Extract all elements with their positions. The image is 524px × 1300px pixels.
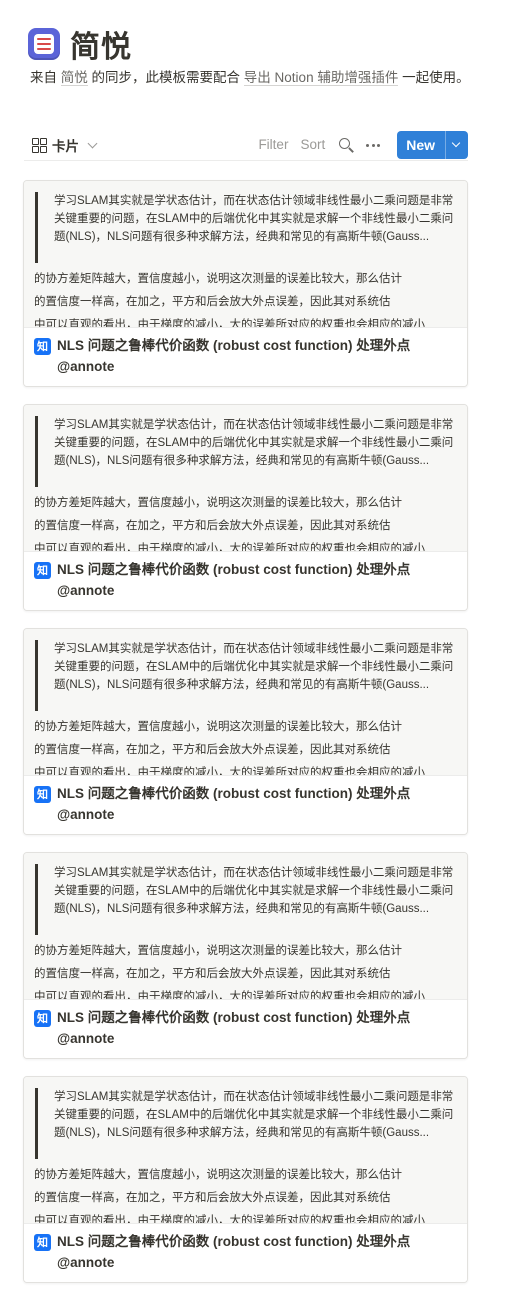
database-toolbar: 卡片 Filter Sort New [24, 130, 468, 161]
new-button[interactable]: New [397, 131, 445, 159]
preview-quote: 学习SLAM其实就是学状态估计，而在状态估计领域非线性最小二乘问题是非常关键重要… [35, 192, 459, 263]
zhihu-icon: 知 [34, 786, 51, 803]
card-preview: 学习SLAM其实就是学状态估计，而在状态估计领域非线性最小二乘问题是非常关键重要… [24, 405, 467, 551]
preview-paragraph: 的置信度一样高，在加之，平方和后会放大外点误差，因此其对系统估 [34, 968, 391, 980]
preview-paragraph: 的置信度一样高，在加之，平方和后会放大外点误差，因此其对系统估 [34, 520, 391, 532]
view-selector[interactable]: 卡片 [24, 131, 104, 159]
more-icon[interactable] [363, 136, 383, 154]
filter-button[interactable]: Filter [252, 131, 294, 159]
preview-quote: 学习SLAM其实就是学状态估计，而在状态估计领域非线性最小二乘问题是非常关键重要… [35, 640, 459, 711]
card-author: @annote [57, 807, 115, 822]
card-preview: 学习SLAM其实就是学状态估计，而在状态估计领域非线性最小二乘问题是非常关键重要… [24, 181, 467, 327]
page-description: 来自 简悦 的同步，此模板需要配合 导出 Notion 辅助增强插件 一起使用。 [30, 68, 470, 88]
gallery-card[interactable]: 学习SLAM其实就是学状态估计，而在状态估计领域非线性最小二乘问题是非常关键重要… [23, 628, 468, 835]
page-header: 简悦 [28, 22, 132, 66]
zhihu-icon: 知 [34, 338, 51, 355]
gallery-cards: 学习SLAM其实就是学状态估计，而在状态估计领域非线性最小二乘问题是非常关键重要… [23, 180, 468, 1300]
card-preview: 学习SLAM其实就是学状态估计，而在状态估计领域非线性最小二乘问题是非常关键重要… [24, 1077, 467, 1223]
card-title: NLS 问题之鲁棒代价函数 (robust cost function) 处理外… [57, 1234, 411, 1249]
gallery-card[interactable]: 学习SLAM其实就是学状态估计，而在状态估计领域非线性最小二乘问题是非常关键重要… [23, 1076, 468, 1283]
gallery-icon [32, 138, 47, 153]
card-preview: 学习SLAM其实就是学状态估计，而在状态估计领域非线性最小二乘问题是非常关键重要… [24, 629, 467, 775]
desc-middle: 的同步，此模板需要配合 [91, 70, 241, 85]
zhihu-icon: 知 [34, 562, 51, 579]
preview-paragraph: 的协方差矩阵越大，置信度越小，说明这次测量的误差比较大，那么估计 [34, 721, 402, 733]
notion-plugin-link[interactable]: 导出 Notion 辅助增强插件 [243, 70, 399, 86]
preview-paragraph: 中可以直观的看出，由于梯度的减小，大的误差所对应的权重也会相应的减小 [34, 767, 425, 775]
page: 简悦 来自 简悦 的同步，此模板需要配合 导出 Notion 辅助增强插件 一起… [0, 0, 524, 1283]
gallery-card[interactable]: 学习SLAM其实就是学状态估计，而在状态估计领域非线性最小二乘问题是非常关键重要… [23, 404, 468, 611]
preview-paragraph: 中可以直观的看出，由于梯度的减小，大的误差所对应的权重也会相应的减小 [34, 543, 425, 551]
desc-suffix: 一起使用。 [402, 70, 470, 85]
card-author: @annote [57, 583, 115, 598]
preview-paragraph: 的置信度一样高，在加之，平方和后会放大外点误差，因此其对系统估 [34, 1192, 391, 1204]
preview-paragraph: 的置信度一样高，在加之，平方和后会放大外点误差，因此其对系统估 [34, 296, 391, 308]
preview-paragraph: 的协方差矩阵越大，置信度越小，说明这次测量的误差比较大，那么估计 [34, 273, 402, 285]
gallery-card[interactable]: 学习SLAM其实就是学状态估计，而在状态估计领域非线性最小二乘问题是非常关键重要… [23, 852, 468, 1059]
preview-paragraph: 的协方差矩阵越大，置信度越小，说明这次测量的误差比较大，那么估计 [34, 945, 402, 957]
card-title: NLS 问题之鲁棒代价函数 (robust cost function) 处理外… [57, 338, 411, 353]
card-caption: 知 NLS 问题之鲁棒代价函数 (robust cost function) 处… [24, 775, 467, 834]
simpread-app-icon[interactable] [28, 28, 60, 60]
card-caption: 知 NLS 问题之鲁棒代价函数 (robust cost function) 处… [24, 551, 467, 610]
chevron-down-icon [87, 138, 98, 148]
preview-quote: 学习SLAM其实就是学状态估计，而在状态估计领域非线性最小二乘问题是非常关键重要… [35, 864, 459, 935]
card-title: NLS 问题之鲁棒代价函数 (robust cost function) 处理外… [57, 562, 411, 577]
page-title[interactable]: 简悦 [70, 22, 132, 66]
preview-paragraph: 中可以直观的看出，由于梯度的减小，大的误差所对应的权重也会相应的减小 [34, 1215, 425, 1223]
card-caption: 知 NLS 问题之鲁棒代价函数 (robust cost function) 处… [24, 1223, 467, 1282]
card-caption: 知 NLS 问题之鲁棒代价函数 (robust cost function) 处… [24, 327, 467, 386]
gallery-card[interactable]: 学习SLAM其实就是学状态估计，而在状态估计领域非线性最小二乘问题是非常关键重要… [23, 180, 468, 387]
preview-quote: 学习SLAM其实就是学状态估计，而在状态估计领域非线性最小二乘问题是非常关键重要… [35, 1088, 459, 1159]
view-label: 卡片 [52, 139, 79, 154]
card-preview: 学习SLAM其实就是学状态估计，而在状态估计领域非线性最小二乘问题是非常关键重要… [24, 853, 467, 999]
preview-paragraph: 中可以直观的看出，由于梯度的减小，大的误差所对应的权重也会相应的减小 [34, 319, 425, 327]
card-title: NLS 问题之鲁棒代价函数 (robust cost function) 处理外… [57, 1010, 411, 1025]
sort-button[interactable]: Sort [294, 131, 331, 159]
card-author: @annote [57, 1031, 115, 1046]
preview-quote: 学习SLAM其实就是学状态估计，而在状态估计领域非线性最小二乘问题是非常关键重要… [35, 416, 459, 487]
new-button-group: New [397, 131, 468, 159]
preview-paragraph: 的置信度一样高，在加之，平方和后会放大外点误差，因此其对系统估 [34, 744, 391, 756]
card-author: @annote [57, 359, 115, 374]
desc-prefix: 来自 [30, 70, 57, 85]
simpread-link[interactable]: 简悦 [60, 70, 88, 86]
card-title: NLS 问题之鲁棒代价函数 (robust cost function) 处理外… [57, 786, 411, 801]
preview-paragraph: 中可以直观的看出，由于梯度的减小，大的误差所对应的权重也会相应的减小 [34, 991, 425, 999]
zhihu-icon: 知 [34, 1234, 51, 1251]
new-dropdown-chevron-icon[interactable] [445, 131, 468, 159]
search-icon[interactable] [337, 136, 355, 154]
zhihu-icon: 知 [34, 1010, 51, 1027]
preview-paragraph: 的协方差矩阵越大，置信度越小，说明这次测量的误差比较大，那么估计 [34, 1169, 402, 1181]
preview-paragraph: 的协方差矩阵越大，置信度越小，说明这次测量的误差比较大，那么估计 [34, 497, 402, 509]
card-author: @annote [57, 1255, 115, 1270]
card-caption: 知 NLS 问题之鲁棒代价函数 (robust cost function) 处… [24, 999, 467, 1058]
